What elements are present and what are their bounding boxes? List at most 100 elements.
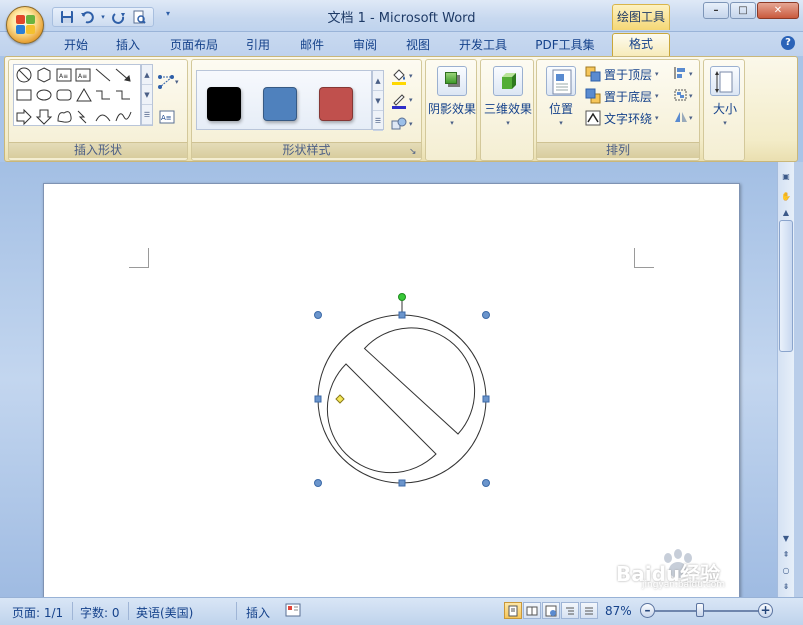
size-icon [710, 66, 740, 96]
svg-text:A≡: A≡ [59, 73, 68, 80]
macro-recording-icon[interactable] [285, 602, 301, 621]
resize-handle-top-right[interactable] [482, 311, 490, 319]
resize-handle-bottom-left[interactable] [314, 479, 322, 487]
tab-view[interactable]: 视图 [398, 35, 438, 56]
zoom-out-button[interactable]: – [640, 603, 655, 618]
office-button[interactable] [6, 6, 44, 44]
shadow-effects-button[interactable]: 阴影效果 ▾ [426, 64, 478, 127]
resize-handle-top-left[interactable] [314, 311, 322, 319]
language-status[interactable]: 英语(美国) [136, 604, 193, 621]
web-layout-view-icon[interactable] [542, 602, 560, 619]
watermark-subtext: jingyan.baidu.com [642, 580, 726, 590]
ruler-toggle-icon[interactable]: ▣ [779, 170, 793, 184]
window-title: 文档 1 - Microsoft Word [327, 11, 476, 26]
shapes-gallery-scroll[interactable]: ▲ ▼ ☰ [141, 64, 153, 126]
draft-view-icon[interactable] [580, 602, 598, 619]
size-button[interactable]: 大小 ▾ [699, 64, 751, 127]
print-layout-view-icon[interactable] [504, 602, 522, 619]
vertical-scrollbar[interactable]: ▣ ✋ ▲ ▼ ⇞ ○ ⇟ [777, 162, 794, 597]
drawing-tools-context-label: 绘图工具 [612, 4, 670, 30]
rotation-handle[interactable] [398, 293, 406, 301]
position-button[interactable]: 位置 ▾ [539, 64, 583, 127]
zoom-level[interactable]: 87% [605, 604, 632, 618]
shapes-scroll-up-icon[interactable]: ▲ [142, 65, 152, 85]
tab-home[interactable]: 开始 [56, 35, 96, 56]
position-dropdown-icon: ▾ [559, 119, 563, 127]
next-page-icon[interactable]: ⇟ [779, 580, 793, 594]
styles-gallery-scroll[interactable]: ▲ ▼ ☰ [372, 70, 384, 131]
text-box-icon[interactable]: A≡ [159, 110, 175, 127]
size-label: 大小 [712, 102, 737, 116]
group-shadow-effects: 阴影效果 ▾ [425, 59, 477, 161]
word-count-status[interactable]: 字数: 0 [80, 604, 120, 621]
rotate-icon[interactable]: ▾ [673, 110, 697, 127]
styles-scroll-up-icon[interactable]: ▲ [373, 71, 383, 91]
scroll-up-icon[interactable]: ▲ [779, 206, 793, 220]
shadow-effects-icon [437, 66, 467, 96]
zoom-slider[interactable] [655, 610, 759, 612]
tab-insert[interactable]: 插入 [108, 35, 148, 56]
edit-shape-icon[interactable]: ▾ [157, 74, 181, 93]
tab-page-layout[interactable]: 页面布局 [164, 35, 224, 56]
outline-view-icon[interactable] [561, 602, 579, 619]
shapes-scroll-down-icon[interactable]: ▼ [142, 85, 152, 105]
group-objects-icon[interactable]: ▾ [673, 88, 697, 105]
close-button[interactable]: ✕ [757, 2, 799, 19]
bring-to-front-dropdown-icon: ▾ [655, 70, 659, 78]
help-icon[interactable]: ? [781, 36, 795, 50]
status-bar: 页面: 1/1 字数: 0 英语(美国) 插入 87% – + [0, 597, 803, 625]
styles-scroll-down-icon[interactable]: ▼ [373, 91, 383, 111]
maximize-button[interactable]: □ [730, 2, 756, 19]
resize-handle-right[interactable] [482, 395, 490, 403]
resize-handle-left[interactable] [314, 395, 322, 403]
resize-handle-bottom[interactable] [398, 479, 406, 487]
minimize-button[interactable]: – [703, 2, 729, 19]
ribbon: A≡ A≡ ▲ ▼ ☰ ▾ A≡ 插入形状 ▲ ▼ ☰ ▾ ▾ ▾ 形状样式 ↘… [4, 56, 798, 162]
tab-pdf-tools[interactable]: PDF工具集 [528, 35, 602, 56]
styles-more-icon[interactable]: ☰ [373, 111, 383, 131]
shape-outline-button[interactable]: ▾ [390, 90, 418, 110]
full-screen-reading-view-icon[interactable] [523, 602, 541, 619]
shape-styles-launcher-icon[interactable]: ↘ [409, 147, 419, 157]
text-wrapping-button[interactable]: 文字环绕 ▾ [585, 108, 659, 128]
align-icon[interactable]: ▾ [673, 66, 697, 83]
ribbon-tabs: 开始 插入 页面布局 引用 邮件 审阅 视图 开发工具 PDF工具集 格式 [0, 32, 803, 56]
window-controls: – □ ✕ [703, 2, 799, 19]
status-separator [72, 602, 73, 620]
previous-page-icon[interactable]: ⇞ [779, 548, 793, 562]
document-page[interactable] [43, 183, 740, 603]
insert-mode-status[interactable]: 插入 [246, 604, 270, 621]
pan-hand-icon[interactable]: ✋ [779, 190, 793, 204]
3d-effects-button[interactable]: 三维效果 ▾ [482, 64, 534, 127]
bring-to-front-icon [585, 66, 601, 82]
drawing-canvas [314, 293, 490, 487]
style-swatch-black[interactable] [207, 87, 241, 121]
tab-format[interactable]: 格式 [612, 33, 670, 56]
zoom-in-button[interactable]: + [758, 603, 773, 618]
style-swatch-red[interactable] [319, 87, 353, 121]
zoom-slider-thumb[interactable] [696, 603, 704, 617]
resize-handle-bottom-right[interactable] [482, 479, 490, 487]
group-3d-effects: 三维效果 ▾ [480, 59, 534, 161]
bring-to-front-button[interactable]: 置于顶层 ▾ [585, 64, 659, 84]
send-to-back-dropdown-icon: ▾ [655, 92, 659, 100]
send-to-back-icon [585, 88, 601, 104]
tab-review[interactable]: 审阅 [345, 35, 385, 56]
browse-object-icon[interactable]: ○ [779, 564, 793, 578]
resize-handle-top[interactable] [398, 311, 406, 319]
tab-references[interactable]: 引用 [238, 35, 278, 56]
tab-mailings[interactable]: 邮件 [292, 35, 332, 56]
change-shape-button[interactable]: ▾ [390, 114, 418, 134]
change-shape-icon [391, 117, 407, 130]
tab-developer[interactable]: 开发工具 [452, 35, 514, 56]
shape-fill-button[interactable]: ▾ [390, 66, 418, 86]
office-logo-icon [16, 15, 36, 35]
group-arrange: 位置 ▾ 置于顶层 ▾ 置于底层 ▾ 文字环绕 ▾ ▾ ▾ ▾ 排列 [536, 59, 700, 161]
shapes-more-icon[interactable]: ☰ [142, 105, 152, 125]
svg-text:A≡: A≡ [78, 73, 87, 80]
scroll-thumb[interactable] [779, 220, 793, 352]
style-swatch-blue[interactable] [263, 87, 297, 121]
send-to-back-button[interactable]: 置于底层 ▾ [585, 86, 659, 106]
scroll-down-icon[interactable]: ▼ [779, 532, 793, 546]
page-count-status[interactable]: 页面: 1/1 [12, 604, 63, 621]
